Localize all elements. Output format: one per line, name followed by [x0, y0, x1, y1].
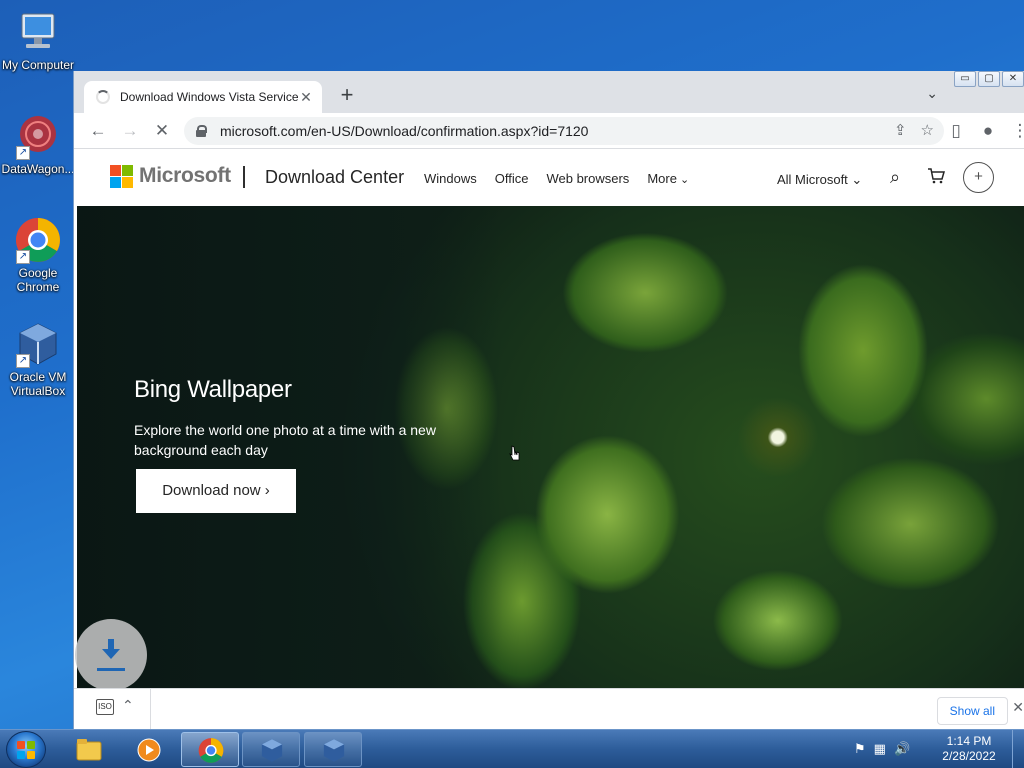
window-controls: ▭ ▢ ✕ [954, 71, 1024, 87]
brand-name: Microsoft [139, 164, 231, 187]
address-bar[interactable]: microsoft.com/en-US/Download/confirmatio… [184, 117, 944, 145]
nav-more[interactable]: More [647, 171, 689, 186]
desktop-icon-label: DataWagon... [1, 162, 75, 176]
computer-icon [14, 8, 62, 56]
tab-title: Download Windows Vista Service [120, 90, 298, 104]
bookmark-star-icon[interactable]: ☆ [921, 121, 934, 139]
browser-window: Download Windows Vista Service ✕ + ⌄ ▭ ▢… [73, 71, 1024, 729]
new-tab-button[interactable]: + [334, 83, 360, 109]
download-now-button[interactable]: Download now › [136, 469, 296, 513]
clock-time: 1:14 PM [946, 734, 992, 748]
system-tray: ⚑ ▦ 🔊 1:14 PM 2/28/2022 [854, 730, 1024, 768]
taskbar-virtualbox[interactable] [242, 732, 300, 767]
download-arrow-icon [102, 639, 120, 661]
url-text: microsoft.com/en-US/Download/confirmatio… [220, 123, 589, 139]
shelf-close-icon[interactable]: ✕ [1012, 699, 1024, 716]
virtualbox-icon: ↗ [14, 320, 62, 368]
shortcut-arrow-icon: ↗ [16, 146, 30, 160]
mouse-pointer-icon [509, 445, 521, 463]
network-icon[interactable]: ▦ [874, 741, 886, 757]
action-center-flag-icon[interactable]: ⚑ [854, 741, 866, 757]
shortcut-arrow-icon: ↗ [16, 250, 30, 264]
nav-office[interactable]: Office [495, 171, 529, 186]
profile-icon[interactable]: ● [976, 120, 1000, 142]
forward-button[interactable]: → [118, 120, 142, 142]
nav-web-browsers[interactable]: Web browsers [546, 171, 629, 186]
microsoft-logo-icon [110, 164, 133, 188]
side-panel-icon[interactable]: ▯ [944, 120, 968, 142]
desktop-icon-label: Oracle VM VirtualBox [9, 370, 67, 398]
show-all-button[interactable]: Show all [936, 697, 1008, 725]
volume-icon[interactable]: 🔊 [894, 741, 910, 757]
desktop-icon-label: My Computer [1, 58, 75, 72]
nav-windows[interactable]: Windows [424, 171, 477, 186]
tab-search-chevron-icon[interactable]: ⌄ [926, 85, 938, 102]
stop-loading-button[interactable]: ✕ [150, 120, 174, 142]
menu-kebab-icon[interactable]: ⋮ [1008, 120, 1024, 142]
all-microsoft-menu[interactable]: All Microsoft ⌄ [777, 172, 862, 188]
microsoft-logo[interactable]: Microsoft [110, 164, 231, 188]
download-center-link[interactable]: Download Center [265, 167, 404, 188]
search-icon[interactable]: ⌕ [890, 167, 900, 188]
chrome-icon: ↗ [14, 216, 62, 264]
cart-icon[interactable] [927, 167, 945, 190]
desktop-icon-datawagon[interactable]: ↗ DataWagon... [0, 112, 76, 176]
share-icon[interactable]: ⇪ [894, 121, 907, 139]
folder-icon [76, 739, 102, 761]
site-header: Microsoft Download Center Windows Office… [74, 150, 1024, 206]
desktop-icon-google-chrome[interactable]: ↗ Google Chrome [0, 216, 76, 294]
taskbar-media-player[interactable] [120, 732, 178, 767]
hero-title: Bing Wallpaper [134, 376, 292, 403]
shortcut-arrow-icon: ↗ [16, 354, 30, 368]
system-clock[interactable]: 1:14 PM 2/28/2022 [934, 734, 1004, 764]
show-desktop-button[interactable] [1012, 730, 1024, 768]
clock-date: 2/28/2022 [942, 749, 996, 763]
virtualbox-icon [261, 739, 283, 762]
close-button[interactable]: ✕ [1002, 71, 1024, 87]
chevron-up-icon[interactable]: ⌃ [122, 697, 134, 714]
shelf-divider [150, 689, 151, 729]
hero-description: Explore the world one photo at a time wi… [134, 422, 436, 458]
desktop-icon-my-computer[interactable]: My Computer [0, 8, 76, 72]
loading-spinner-icon [96, 90, 110, 104]
tab-strip: Download Windows Vista Service ✕ + ⌄ ▭ ▢… [74, 71, 1024, 113]
virtualbox-icon [323, 739, 345, 762]
header-divider [243, 166, 245, 188]
hero-banner: Bing Wallpaper Explore the world one pho… [77, 206, 1024, 688]
taskbar-virtualbox-vm[interactable] [304, 732, 362, 767]
media-player-icon [137, 738, 161, 762]
chrome-icon [198, 738, 224, 763]
taskbar-google-chrome[interactable] [181, 732, 239, 767]
maximize-button[interactable]: ▢ [978, 71, 1000, 87]
download-bar-icon [97, 668, 125, 671]
download-shelf: ISO ⌃ Show all ✕ [74, 688, 1024, 729]
taskbar-windows-explorer[interactable] [60, 732, 118, 767]
browser-toolbar: ← → ✕ microsoft.com/en-US/Download/confi… [74, 113, 1024, 149]
windows-logo-icon [17, 741, 35, 759]
start-button[interactable] [6, 731, 46, 768]
tab-active[interactable]: Download Windows Vista Service ✕ [84, 81, 322, 113]
minimize-button[interactable]: ▭ [954, 71, 976, 87]
account-avatar-icon[interactable]: + [963, 162, 994, 193]
desktop-icon-label: Google Chrome [16, 266, 60, 294]
datawagon-icon: ↗ [14, 112, 62, 160]
taskbar: ⚑ ▦ 🔊 1:14 PM 2/28/2022 [0, 729, 1024, 768]
tab-close-icon[interactable]: ✕ [298, 89, 314, 106]
back-button[interactable]: ← [86, 120, 110, 142]
site-nav: Windows Office Web browsers More [424, 171, 689, 186]
desktop-icon-virtualbox[interactable]: ↗ Oracle VM VirtualBox [0, 320, 76, 398]
lock-icon[interactable] [196, 125, 207, 137]
iso-file-icon[interactable]: ISO [96, 699, 114, 715]
download-floating-button[interactable] [75, 619, 147, 691]
